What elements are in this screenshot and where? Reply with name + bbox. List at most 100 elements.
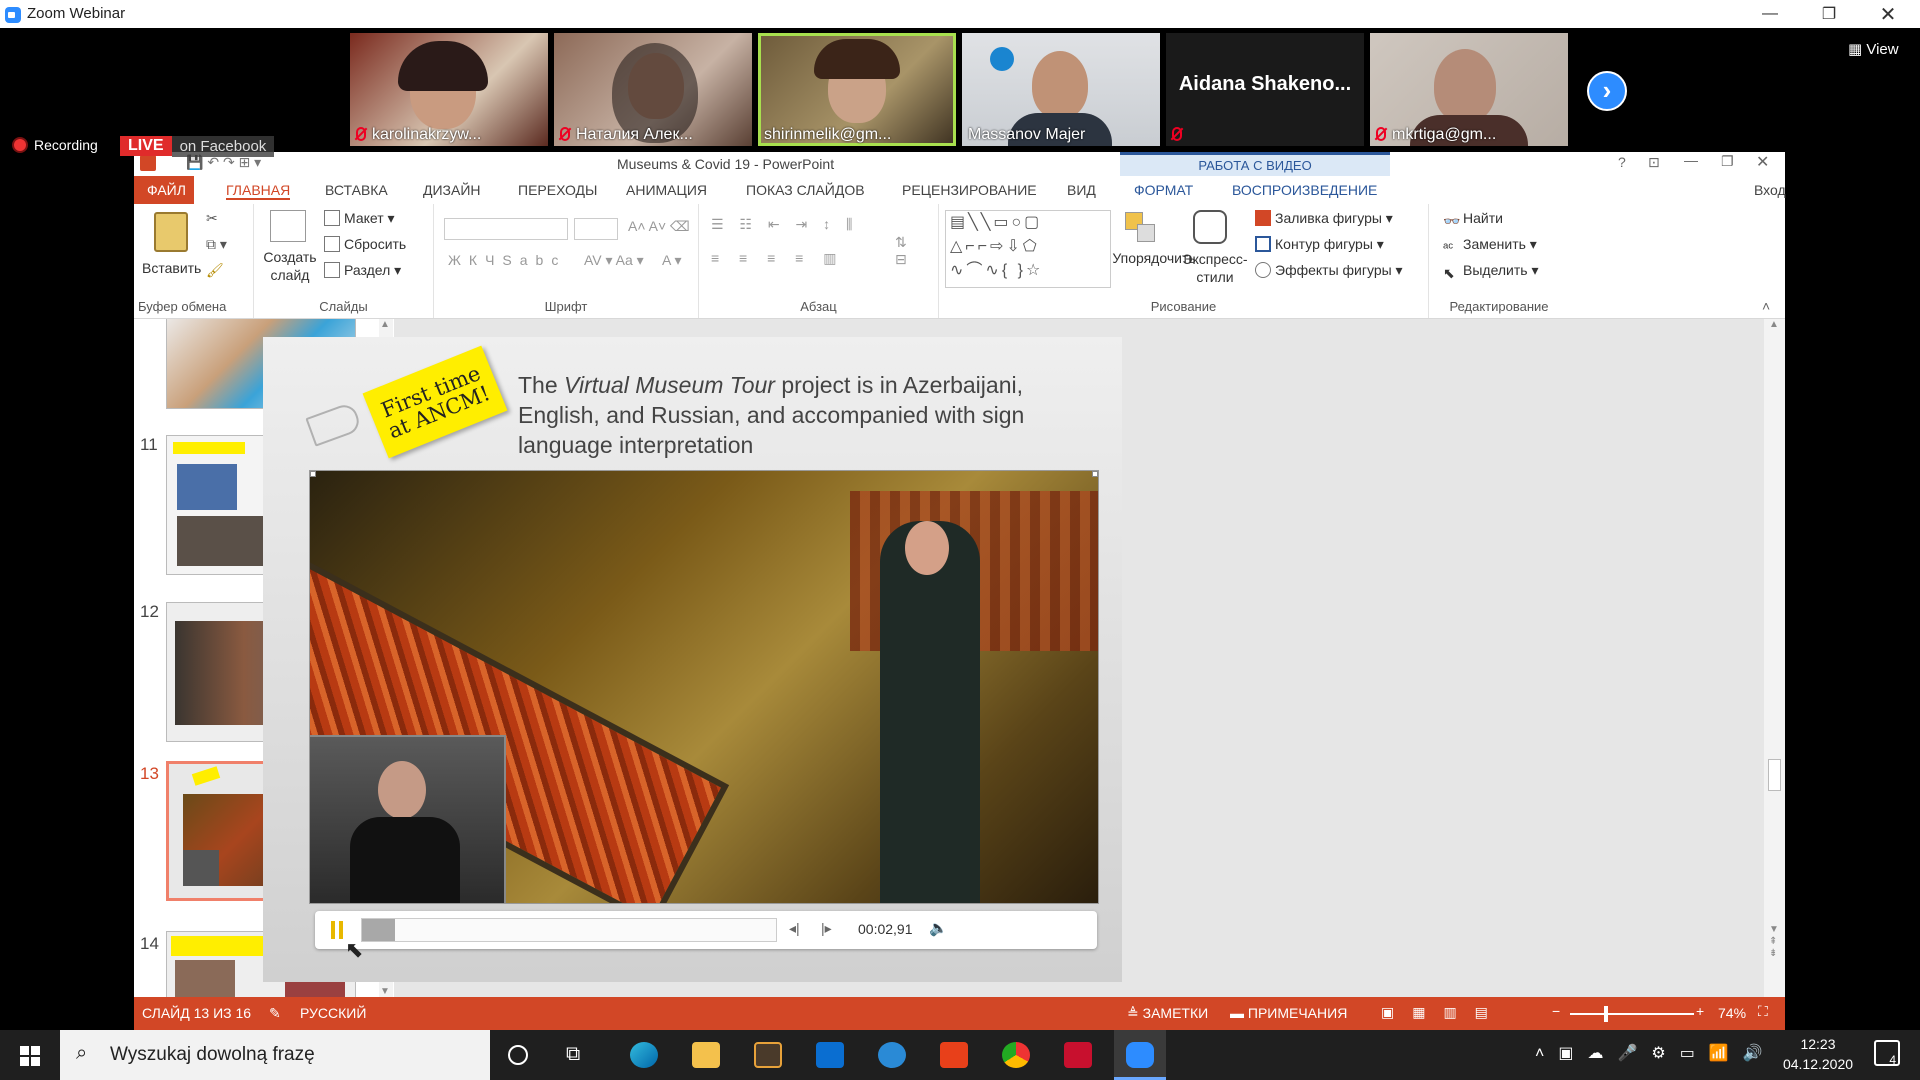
mcafee-icon[interactable]: [1064, 1042, 1092, 1068]
tab-transitions[interactable]: ПЕРЕХОДЫ: [518, 182, 597, 198]
shape-fill-button[interactable]: Заливка фигуры ▾: [1255, 210, 1393, 227]
participant-tile[interactable]: Massanov Majer: [962, 33, 1160, 146]
ribbon-display-options-icon[interactable]: ⊡: [1648, 154, 1660, 171]
sign-in-link[interactable]: Вход: [1754, 182, 1786, 198]
list-buttons[interactable]: ☰ ☷ ⇤ ⇥ ↕ ⫼: [711, 216, 858, 233]
font-size-buttons[interactable]: A˄ A˅ ⌫: [628, 218, 690, 235]
tab-file[interactable]: ФАЙЛ: [134, 176, 194, 204]
mic-muted-icon: [1172, 127, 1182, 141]
tab-format[interactable]: ФОРМАТ: [1134, 182, 1193, 198]
participant-tile[interactable]: Aidana Shakeno...: [1166, 33, 1364, 146]
store-icon[interactable]: [754, 1042, 782, 1068]
font-group-label: Шрифт: [544, 299, 588, 314]
shapes-gallery[interactable]: ▤╲╲▭○▢ △⌐⌐⇨⇩⬠ ∿⌒∿{ }☆: [945, 210, 1111, 288]
cortana-icon[interactable]: [508, 1045, 528, 1065]
fit-slide-icon[interactable]: ⛶: [1758, 1003, 1768, 1020]
quick-styles-button[interactable]: Экспресс-стили: [1179, 250, 1251, 286]
prev-next-slide-buttons[interactable]: ▼ ⇞ ⇟: [1769, 924, 1779, 960]
recording-indicator[interactable]: Recording: [14, 137, 98, 153]
office-icon[interactable]: [940, 1042, 968, 1068]
notification-center-icon[interactable]: 4: [1874, 1040, 1900, 1067]
font-name-select[interactable]: [444, 218, 568, 240]
scrollbar-thumb[interactable]: [1768, 759, 1781, 791]
task-view-icon[interactable]: ⧉: [566, 1043, 580, 1066]
zoom-slider[interactable]: [1570, 1013, 1694, 1015]
ppt-close-button[interactable]: ✕: [1756, 152, 1769, 172]
language-indicator[interactable]: РУССКИЙ: [300, 1005, 366, 1021]
tab-home[interactable]: ГЛАВНАЯ: [226, 182, 291, 200]
paste-button[interactable]: Вставить: [142, 260, 201, 276]
live-badge[interactable]: LIVE on Facebook: [120, 134, 275, 158]
participant-tile[interactable]: karolinakrzyw...: [350, 33, 548, 146]
help-icon[interactable]: ?: [1618, 154, 1626, 170]
comments-button[interactable]: ▬ ПРИМЕЧАНИЯ: [1230, 1005, 1347, 1021]
view-buttons[interactable]: ▣▦▥▤: [1381, 1004, 1506, 1021]
volume-icon[interactable]: 🔈: [929, 919, 948, 937]
clock-time[interactable]: 12:23: [1778, 1036, 1858, 1052]
pause-button[interactable]: [331, 921, 343, 939]
select-button[interactable]: ⬉ Выделить ▾: [1443, 262, 1539, 281]
new-slide-button[interactable]: Создать слайд: [262, 248, 318, 284]
taskbar-search-box[interactable]: ⌕ Wyszukaj dowolną frazę: [60, 1030, 490, 1080]
edge-icon[interactable]: [630, 1042, 658, 1068]
zoom-taskbar-button[interactable]: [1114, 1030, 1166, 1080]
participant-tile-active-speaker[interactable]: shirinmelik@gm...: [758, 33, 956, 146]
participant-tile[interactable]: mkrtiga@gm...: [1370, 33, 1568, 146]
zoom-slider-thumb[interactable]: [1604, 1006, 1608, 1022]
first-time-badge: First time at ANCM!: [362, 345, 508, 459]
reset-button[interactable]: Сбросить: [324, 236, 406, 252]
restore-button[interactable]: ❐: [1800, 0, 1858, 28]
tab-slideshow[interactable]: ПОКАЗ СЛАЙДОВ: [746, 182, 865, 198]
new-slide-icon: [270, 210, 306, 242]
tab-playback[interactable]: ВОСПРОИЗВЕДЕНИЕ: [1232, 182, 1377, 198]
next-participants-button[interactable]: ›: [1587, 71, 1627, 111]
notes-button[interactable]: ≜ ЗАМЕТКИ: [1127, 1005, 1208, 1022]
system-tray-icons[interactable]: ˄▣☁🎤⚙▭📶🔊: [1535, 1043, 1777, 1063]
copy-icon[interactable]: ⧉ ▾: [206, 236, 227, 253]
close-button[interactable]: ✕: [1859, 0, 1917, 28]
ppt-restore-button[interactable]: ❐: [1721, 153, 1734, 170]
video-player[interactable]: [309, 470, 1099, 904]
spellcheck-icon[interactable]: ✎: [269, 1005, 281, 1022]
font-style-buttons[interactable]: ЖКЧSabc: [448, 252, 566, 268]
mail-icon[interactable]: [816, 1042, 844, 1068]
shape-effects-button[interactable]: Эффекты фигуры ▾: [1255, 262, 1403, 279]
step-forward-button[interactable]: |▸: [821, 920, 832, 937]
text-direction-buttons[interactable]: ⇅ ⊟: [895, 234, 907, 268]
zoom-out-button[interactable]: −: [1552, 1003, 1560, 1019]
tab-view[interactable]: ВИД: [1067, 182, 1096, 198]
cut-icon[interactable]: ✂: [206, 210, 218, 227]
participant-tile[interactable]: Наталия Алек...: [554, 33, 752, 146]
collapse-ribbon-icon[interactable]: ˄: [1762, 298, 1770, 314]
clock-date[interactable]: 04.12.2020: [1768, 1056, 1868, 1072]
tab-animations[interactable]: АНИМАЦИЯ: [626, 182, 707, 198]
messenger-icon[interactable]: [878, 1042, 906, 1068]
zoom-in-button[interactable]: +: [1696, 1003, 1704, 1019]
current-slide[interactable]: First time at ANCM! The Virtual Museum T…: [263, 337, 1122, 982]
tab-review[interactable]: РЕЦЕНЗИРОВАНИЕ: [902, 182, 1037, 198]
video-seek-bar[interactable]: [361, 918, 777, 942]
tab-design[interactable]: ДИЗАЙН: [423, 182, 481, 198]
font-size-select[interactable]: [574, 218, 618, 240]
format-painter-icon[interactable]: 🖌: [206, 262, 224, 279]
slides-group: Создать слайд Макет ▾ Сбросить Раздел ▾ …: [254, 204, 434, 318]
shape-outline-button[interactable]: Контур фигуры ▾: [1255, 236, 1384, 253]
ppt-minimize-button[interactable]: —: [1684, 152, 1698, 168]
tab-insert[interactable]: ВСТАВКА: [325, 182, 388, 198]
zoom-level[interactable]: 74%: [1718, 1005, 1746, 1021]
view-button[interactable]: ▦ View: [1848, 40, 1899, 58]
font-color-button[interactable]: A ▾: [662, 252, 681, 269]
replace-button[interactable]: ᵃᶜ Заменить ▾: [1443, 236, 1537, 255]
align-buttons[interactable]: ≡ ≡ ≡ ≡ ▥: [711, 250, 844, 267]
find-button[interactable]: 👓 Найти: [1443, 210, 1503, 229]
minimize-button[interactable]: —: [1741, 0, 1799, 28]
start-button[interactable]: [20, 1046, 40, 1066]
ppt-title-bar: 💾 ↶ ↷ ⊞ ▾ Museums & Covid 19 - PowerPoin…: [134, 152, 1785, 176]
spacing-case-buttons[interactable]: AV ▾ Aa ▾: [584, 252, 644, 269]
step-back-button[interactable]: ◂|: [789, 920, 800, 937]
layout-button[interactable]: Макет ▾: [324, 210, 395, 227]
file-explorer-icon[interactable]: [692, 1042, 720, 1068]
chrome-icon[interactable]: [1002, 1042, 1030, 1068]
slide-scrollbar[interactable]: ▲ ▼ ⇞ ⇟: [1764, 319, 1785, 997]
section-button[interactable]: Раздел ▾: [324, 262, 401, 279]
